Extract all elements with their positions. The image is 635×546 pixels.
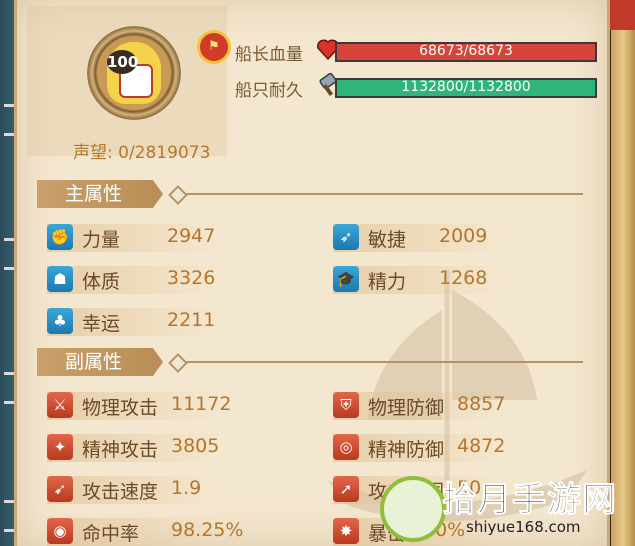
stat-physical-attack: ⚔ 物理攻击 11172: [47, 388, 307, 422]
stat-attack-speed: ➹ 攻击速度 1.9: [47, 472, 307, 506]
stat-value: 1.9: [171, 477, 202, 499]
stat-value: 3805: [171, 435, 220, 457]
speed-icon: ➹: [47, 476, 73, 502]
stat-physical-defense: ⛨ 物理防御 8857: [333, 388, 593, 422]
swift-icon: ➶: [333, 224, 359, 250]
sub-attributes-header: 副属性: [37, 348, 163, 376]
captain-hp-bar: 68673/68673: [335, 42, 597, 62]
stat-name: 体质: [82, 271, 121, 293]
captain-level-badge: 100: [107, 50, 138, 74]
captain-hp-value: 68673/68673: [419, 43, 513, 59]
stat-accuracy: ◉ 命中率 98.25%: [47, 514, 307, 546]
stat-luck: ♣ 幸运 2211: [47, 304, 307, 338]
stat-name: 攻击速度: [82, 481, 159, 503]
shield-icon: ⛨: [333, 392, 359, 418]
stat-name: 敏捷: [368, 229, 407, 251]
range-icon: ➚: [333, 476, 359, 502]
prestige-text: 声望: 0/2819073: [73, 143, 211, 163]
section-divider: [173, 193, 583, 195]
magic-defense-icon: ◎: [333, 434, 359, 460]
stat-name: 精神防御: [368, 439, 445, 461]
stat-name: 幸运: [82, 313, 121, 335]
ship-durability-bar: 1132800/1132800: [335, 78, 597, 98]
stat-magic-attack: ✦ 精神攻击 3805: [47, 430, 307, 464]
ship-durability-value: 1132800/1132800: [401, 79, 531, 95]
stat-strength: ✊ 力量 2947: [47, 220, 307, 254]
scholar-cap-icon: 🎓: [333, 266, 359, 292]
captain-avatar-area: 100 ⚑ 声望: 0/2819073: [27, 6, 231, 163]
site-logo-icon: [380, 476, 446, 542]
sword-icon: ⚔: [47, 392, 73, 418]
ship-durability-label: 船只耐久: [235, 81, 303, 101]
stat-value: 11172: [171, 393, 232, 415]
stat-name: 命中率: [82, 523, 140, 545]
background-right-strip: [611, 0, 635, 546]
stat-name: 力量: [82, 229, 121, 251]
stat-value: 2211: [167, 309, 216, 331]
stat-energy: 🎓 精力 1268: [333, 262, 593, 296]
stat-value: 3326: [167, 267, 216, 289]
section-divider: [173, 361, 583, 363]
stat-value: 2947: [167, 225, 216, 247]
stat-value: 8857: [457, 393, 506, 415]
stat-agility: ➶ 敏捷 2009: [333, 220, 593, 254]
site-watermark-title: 拾月手游网: [442, 480, 617, 521]
clover-icon: ♣: [47, 308, 73, 334]
character-stats-panel: 100 ⚑ 声望: 0/2819073 船长血量 68673/68673 船只耐…: [14, 0, 610, 546]
site-watermark-url: shiyue168.com: [466, 518, 581, 536]
stat-value: 2009: [439, 225, 488, 247]
stat-name: 物理防御: [368, 397, 445, 419]
stat-name: 精力: [368, 271, 407, 293]
body-icon: ☗: [47, 266, 73, 292]
captain-portrait[interactable]: [87, 26, 181, 120]
stat-constitution: ☗ 体质 3326: [47, 262, 307, 296]
divider-ornament-icon: [168, 353, 188, 373]
rank-emblem-icon[interactable]: ⚑: [197, 30, 231, 64]
captain-hp-label: 船长血量: [235, 45, 303, 65]
site-watermark: 拾月手游网 shiyue168.com: [380, 470, 635, 546]
stat-name: 精神攻击: [82, 439, 159, 461]
fist-icon: ✊: [47, 224, 73, 250]
main-attributes-header: 主属性: [37, 180, 163, 208]
magic-attack-icon: ✦: [47, 434, 73, 460]
accuracy-icon: ◉: [47, 518, 73, 544]
stat-value: 4872: [457, 435, 506, 457]
divider-ornament-icon: [168, 185, 188, 205]
crit-icon: ✸: [333, 518, 359, 544]
stat-value: 1268: [439, 267, 488, 289]
stat-magic-defense: ◎ 精神防御 4872: [333, 430, 593, 464]
stat-name: 物理攻击: [82, 397, 159, 419]
stat-value: 98.25%: [171, 519, 244, 541]
